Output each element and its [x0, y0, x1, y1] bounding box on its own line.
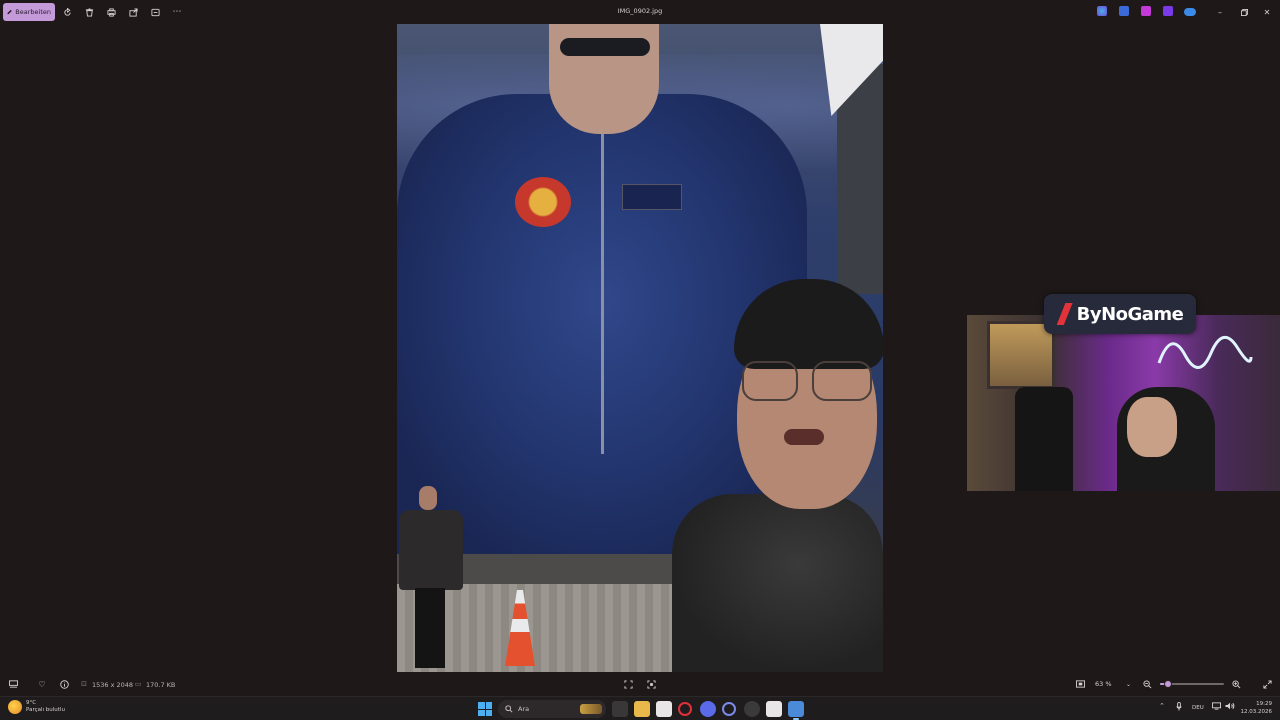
- poster-emblem: [515, 177, 571, 227]
- streamer-logo: ByNoGame: [1044, 294, 1196, 334]
- zoom-in-icon[interactable]: [1230, 678, 1242, 690]
- top-toolbar: Bearbeiten ⋯ IMG_0902.jpg – ✕: [0, 0, 1280, 24]
- maximize-icon[interactable]: [1237, 5, 1251, 19]
- steam-icon[interactable]: [744, 701, 760, 717]
- clock-time: 19:29: [1256, 701, 1272, 707]
- system-clock[interactable]: 19:29 12.03.2026: [1238, 700, 1273, 716]
- poster-nametag: [622, 184, 682, 210]
- zoom-level-dropdown[interactable]: 63 % ⌄: [1092, 678, 1134, 690]
- poster-zipper: [601, 134, 604, 454]
- photos-app: Bearbeiten ⋯ IMG_0902.jpg – ✕ ByNoGame ♡…: [0, 0, 1280, 696]
- photo-selfie-person: [672, 279, 883, 672]
- actual-size-icon[interactable]: [645, 678, 657, 690]
- photo-walker: [399, 484, 463, 672]
- clipchamp-icon[interactable]: [1141, 6, 1151, 16]
- close-icon[interactable]: ✕: [1260, 5, 1274, 19]
- zoom-slider[interactable]: [1160, 680, 1224, 688]
- weather-widget[interactable]: 9°C Parçalı bulutlu: [8, 700, 65, 714]
- neon-light: [1157, 336, 1253, 369]
- filesize-icon: ▭: [134, 680, 142, 688]
- webcam-overlay: [967, 315, 1280, 491]
- photos-app-icon[interactable]: [788, 701, 804, 720]
- network-icon[interactable]: [1212, 702, 1221, 712]
- search-icon: [505, 705, 513, 713]
- microphone-icon[interactable]: [1176, 702, 1182, 713]
- image-dimensions: 1536 x 2048: [92, 681, 134, 689]
- designer-icon[interactable]: [1119, 6, 1129, 16]
- logo-bolt-icon: [1056, 303, 1073, 325]
- clock-date: 12.03.2026: [1240, 709, 1273, 715]
- filmstrip-icon[interactable]: [7, 678, 19, 690]
- start-button[interactable]: [478, 702, 492, 716]
- favorite-icon[interactable]: ♡: [36, 678, 48, 690]
- search-placeholder: Ara: [518, 705, 530, 713]
- chevron-down-icon: ⌄: [1125, 680, 1131, 688]
- onedrive-icon[interactable]: [1184, 8, 1196, 16]
- calendar-app-icon[interactable]: [656, 701, 672, 717]
- fit-to-window-icon[interactable]: [622, 678, 634, 690]
- weather-temperature: 9°C: [26, 700, 37, 706]
- weather-description: Parçalı bulutlu: [26, 707, 65, 713]
- zoom-out-icon[interactable]: [1141, 678, 1153, 690]
- fullscreen-icon[interactable]: [1261, 678, 1273, 690]
- zoom-level-value: 63 %: [1095, 680, 1112, 688]
- volume-icon[interactable]: [1225, 702, 1235, 712]
- poster-sunglasses: [560, 38, 650, 56]
- partly-cloudy-icon: [8, 700, 22, 714]
- file-explorer-icon[interactable]: [634, 701, 650, 717]
- image-filesize: 170.7 KB: [146, 681, 176, 689]
- info-icon[interactable]: [58, 678, 70, 690]
- obs-icon[interactable]: [722, 702, 736, 716]
- keyboard-language[interactable]: DEU: [1192, 705, 1204, 711]
- zoom-slider-thumb[interactable]: [1163, 680, 1172, 688]
- fit-view-icon[interactable]: [1074, 678, 1086, 690]
- search-highlight-icon: [580, 704, 602, 714]
- task-view-icon[interactable]: [612, 701, 628, 717]
- notepad-icon[interactable]: [766, 701, 782, 717]
- video-editor-icon[interactable]: [1163, 6, 1173, 16]
- taskbar: 9°C Parçalı bulutlu Ara ⌃ DEU 19:29 12.0…: [0, 696, 1280, 720]
- minimize-icon[interactable]: –: [1213, 5, 1227, 19]
- photo-viewer-image[interactable]: [397, 24, 883, 672]
- logo-text: ByNoGame: [1076, 303, 1184, 325]
- copilot-icon[interactable]: [1097, 6, 1107, 16]
- window-title: IMG_0902.jpg: [617, 7, 663, 15]
- tray-overflow-icon[interactable]: ⌃: [1159, 702, 1165, 710]
- opera-icon[interactable]: [678, 702, 692, 716]
- status-bar: ♡ ⊡ 1536 x 2048 ▭ 170.7 KB 63 % ⌄: [0, 674, 1280, 694]
- dimensions-icon: ⊡: [81, 680, 87, 688]
- discord-icon[interactable]: [700, 701, 716, 717]
- taskbar-search[interactable]: Ara: [498, 700, 606, 718]
